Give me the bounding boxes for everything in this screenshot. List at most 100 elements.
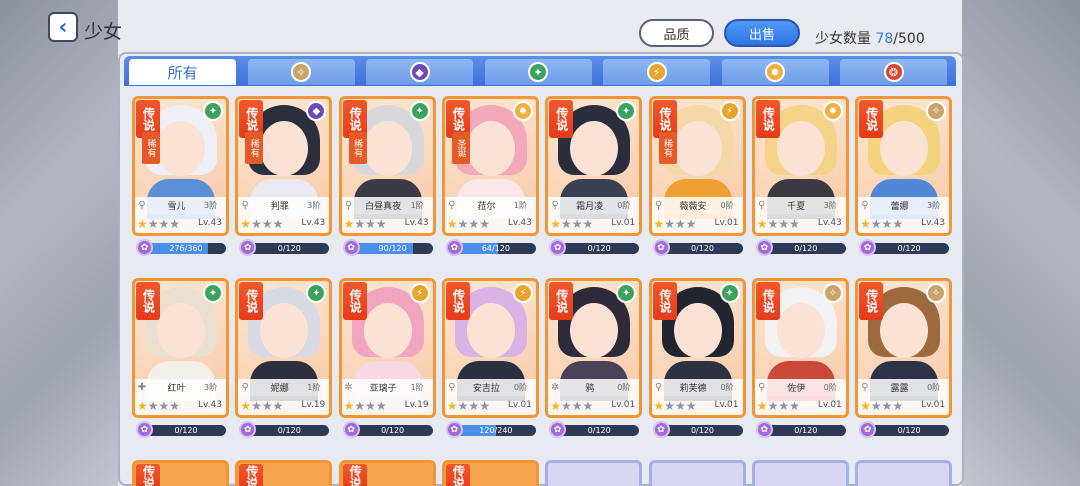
wind-element-icon: ✦ (203, 283, 223, 303)
exp-bar: ✿ 0/120 (755, 239, 846, 256)
rank-badge: 传说 (755, 282, 780, 320)
girl-card[interactable]: 传说 ⚡ ✲ 亚璃子 1阶 ★ ★ ★ ★ Lv.19 ✿ 0/120 (338, 278, 436, 445)
star-icon: ★ (446, 216, 458, 231)
girl-card[interactable]: 传说 ✧ ⚲ 佐伊 0阶 ★ ★ ★ ★ Lv.01 ✿ 0/120 (751, 278, 849, 445)
name-bar: ⚲ 千夏 3阶 (754, 197, 846, 214)
girl-card[interactable]: 传说 ✦ ✲ 鸦 0阶 ★ ★ ★ ★ Lv.01 ✿ 0/120 (545, 278, 643, 445)
girl-card[interactable]: 传说 ✦ ✚ 红叶 3阶 ★ ★ ★ ★ Lv.43 ✿ 0/120 (132, 278, 229, 445)
girl-card-partial[interactable]: 传说 (338, 460, 436, 486)
girl-name: 鸦 (585, 384, 595, 394)
star-icon: ★ (881, 398, 893, 413)
star-icon: ★ (137, 398, 148, 413)
tab-sun-element[interactable]: ✹ (721, 59, 829, 85)
girl-stage: 3阶 (204, 383, 218, 392)
rank-badge: 传说 (136, 464, 160, 486)
card-frame: 传说 ✦ ✲ 鸦 0阶 ★ ★ ★ ★ Lv.01 (545, 278, 643, 418)
girl-level: Lv.01 (714, 400, 739, 410)
exp-text: 0/120 (690, 426, 715, 435)
girl-card[interactable]: 传说 ✧ ⚲ 露露 0阶 ★ ★ ★ ★ Lv.01 ✿ 0/120 (855, 278, 953, 445)
dark-element-icon: ◆ (409, 62, 430, 82)
girl-card-partial[interactable] (855, 460, 953, 486)
background-right (962, 0, 1080, 486)
girl-card-partial[interactable]: 传说 (235, 460, 333, 486)
star-icon: ★ (147, 216, 159, 231)
exp-bar: ✿ 0/120 (652, 421, 743, 438)
exp-text: 0/120 (794, 426, 818, 435)
girl-card[interactable]: 传说 ⚡ ⚲ 安吉拉 0阶 ★ ★ ★ ★ Lv.01 ✿ 120/240 (441, 278, 539, 445)
rank-badge: 传说 (549, 282, 574, 320)
quality-sort-button[interactable]: 品质 (639, 19, 714, 47)
girl-card-partial[interactable] (751, 460, 849, 486)
tab-light-element[interactable]: ✧ (247, 59, 355, 85)
girl-card[interactable]: 传说 稀有 ⚡ ⚲ 薇薇安 0阶 ★ ★ ★ ★ Lv.01 ✿ 0/120 (648, 96, 746, 263)
girl-card[interactable]: 传说 稀有 ◆ ⚲ 判罪 3阶 ★ ★ ★ ★ Lv.43 ✿ 0/120 (235, 96, 333, 263)
star-icon: ★ (571, 398, 583, 413)
girl-card[interactable]: 传说 圣诞 ✹ ⚲ 菈尔 1阶 ★ ★ ★ ★ Lv.43 ✿ 64/120 (441, 96, 539, 263)
star-icon: ★ (685, 398, 697, 413)
sell-button[interactable]: 出售 (724, 19, 800, 47)
girl-card[interactable]: 传说 稀有 ✦ ⚲ 白昼真夜 1阶 ★ ★ ★ ★ Lv.43 ✿ 90/120 (338, 96, 436, 263)
tab-wind-element[interactable]: ✦ (484, 59, 592, 85)
exp-text: 0/120 (277, 244, 301, 253)
girl-card-partial[interactable]: 传说 (132, 460, 229, 486)
rank-badge: 传说 (445, 464, 470, 486)
card-frame: 传说 ✦ ⚲ 妮娜 1阶 ★ ★ ★ ★ Lv.19 (235, 278, 333, 418)
girl-level: Lv.01 (611, 218, 636, 228)
girl-level: Lv.43 (301, 218, 326, 228)
card-frame: 传说 ✧ ⚲ 佐伊 0阶 ★ ★ ★ ★ Lv.01 (751, 278, 849, 418)
star-icon: ★ (343, 216, 355, 231)
girl-card[interactable]: 传说 ✹ ⚲ 千夏 3阶 ★ ★ ★ ★ Lv.43 ✿ 0/120 (751, 96, 849, 263)
star-icon: ★ (354, 216, 366, 231)
card-frame: 传说 ⚡ ✲ 亚璃子 1阶 ★ ★ ★ ★ Lv.19 (338, 278, 436, 418)
star-icon: ★ (251, 216, 262, 231)
girl-stage: 0阶 (720, 201, 734, 210)
star-icon: ★ (892, 398, 904, 413)
exp-text: 0/120 (381, 426, 405, 435)
star-icon: ★ (675, 216, 686, 231)
girl-card[interactable]: 传说 ✧ ⚲ 蕾娜 3阶 ★ ★ ★ ★ Lv.43 ✿ 0/120 (855, 96, 953, 263)
girl-card[interactable]: 传说 稀有 ✦ ⚲ 雪儿 3阶 ★ ★ ★ ★ Lv.43 ✿ 276/360 (132, 96, 229, 263)
star-icon: ★ (457, 398, 469, 413)
tab-thunder-element[interactable]: ⚡ (603, 59, 710, 85)
class-icon: ✚ (137, 382, 147, 393)
girl-card-partial[interactable] (648, 460, 746, 486)
card-frame: 传说 ✦ ⚲ 霜月凌 0阶 ★ ★ ★ ★ Lv.01 (545, 96, 643, 236)
name-bar: ⚲ 薇薇安 0阶 (651, 197, 743, 214)
star-icon: ★ (240, 216, 252, 231)
portrait-face (776, 303, 825, 358)
tab-label: 所有 (167, 63, 198, 82)
girl-name: 妮娜 (270, 384, 289, 394)
girl-card-partial[interactable]: 传说 (441, 460, 539, 486)
name-bar: ⚲ 白昼真夜 1阶 (341, 197, 433, 214)
exp-bar: ✿ 64/120 (445, 239, 536, 256)
tab-fire-element[interactable]: ❂ (840, 59, 947, 85)
class-icon: ⚲ (241, 200, 249, 211)
girl-card-partial[interactable] (545, 460, 643, 486)
girl-card[interactable]: 传说 ✦ ⚲ 莉芙德 0阶 ★ ★ ★ ★ Lv.01 ✿ 0/120 (648, 278, 746, 445)
name-bar: ⚲ 莉芙德 0阶 (651, 379, 743, 396)
girl-card[interactable]: 传说 ✦ ⚲ 妮娜 1阶 ★ ★ ★ ★ Lv.19 ✿ 0/120 (235, 278, 333, 445)
card-frame: 传说 稀有 ◆ ⚲ 判罪 3阶 ★ ★ ★ ★ Lv.43 (235, 96, 333, 236)
wind-element-icon: ✦ (528, 62, 548, 82)
exp-bar: ✿ 0/120 (549, 239, 640, 256)
girl-name: 蕾娜 (890, 202, 909, 212)
back-button[interactable]: ‹ (48, 12, 78, 42)
rank-badge: 传说 (549, 100, 574, 138)
tab-dark-element[interactable]: ◆ (366, 59, 473, 85)
class-icon: ⚲ (654, 200, 663, 211)
name-bar: ⚲ 判罪 3阶 (238, 197, 330, 214)
class-icon: ⚲ (758, 382, 766, 393)
light-element-icon: ✧ (822, 283, 843, 303)
rank-badge: 传说 (652, 282, 677, 320)
star-icon: ★ (169, 216, 181, 231)
tab-all[interactable]: 所有 (129, 59, 236, 85)
star-icon: ★ (261, 398, 273, 413)
star-icon: ★ (860, 216, 871, 231)
exp-text: 64/120 (481, 244, 510, 253)
girl-card[interactable]: 传说 ✦ ⚲ 霜月凌 0阶 ★ ★ ★ ★ Lv.01 ✿ 0/120 (545, 96, 643, 263)
portrait-face (673, 303, 722, 358)
name-bar: ✲ 亚璃子 1阶 (341, 379, 433, 396)
thunder-element-icon: ⚡ (646, 62, 667, 82)
portrait-face (570, 303, 619, 358)
star-icon: ★ (653, 216, 665, 231)
